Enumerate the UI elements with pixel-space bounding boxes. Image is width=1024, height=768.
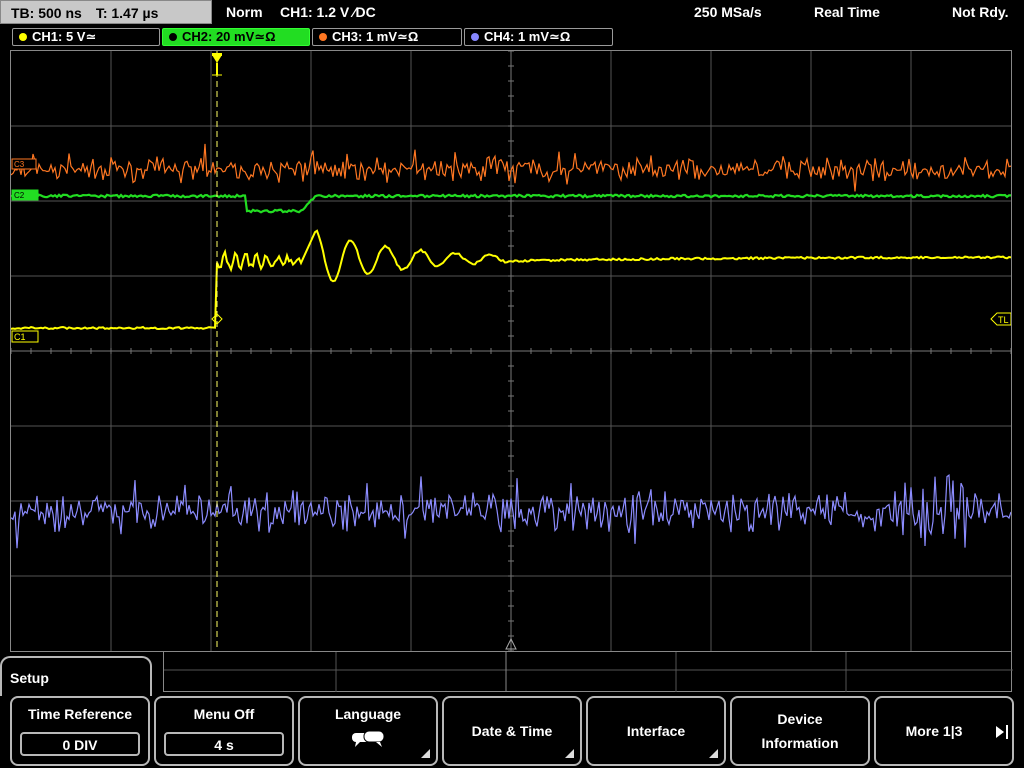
menu-title: Setup [10, 670, 49, 686]
submenu-corner-icon [565, 749, 574, 758]
ch3-tab-label: CH3: 1 mV≃Ω [332, 29, 419, 44]
ch1-offset-marker[interactable]: C1 [11, 330, 39, 343]
ch2-color-dot-icon [169, 32, 177, 41]
channel-tab-ch4[interactable]: CH4: 1 mV≃Ω [464, 28, 613, 46]
date-time-label: Date & Time [471, 723, 553, 739]
graticule-grid [11, 51, 1011, 651]
next-page-arrow-icon [996, 726, 1004, 738]
ch4-color-dot-icon [471, 32, 479, 41]
ch1-color-dot-icon [19, 32, 27, 41]
menu-off-softkey[interactable]: Menu Off 4 s [154, 696, 294, 766]
waveform-display[interactable]: TL C1 C2 C3 [10, 50, 1012, 652]
language-softkey[interactable]: Language [298, 696, 438, 766]
time-reference-label: Time Reference [27, 706, 132, 722]
device-information-line1: Device [777, 711, 823, 727]
channel-tab-ch1[interactable]: CH1: 5 V≃ [12, 28, 160, 46]
auxiliary-grid-strip [163, 652, 1013, 692]
language-label: Language [334, 706, 402, 722]
time-reference-softkey[interactable]: Time Reference 0 DIV [10, 696, 150, 766]
acquisition-mode: Real Time [814, 4, 880, 20]
channel-tab-ch3[interactable]: CH3: 1 mV≃Ω [312, 28, 462, 46]
timebase-value: TB: 500 ns [11, 5, 82, 21]
sample-rate: 250 MSa/s [694, 4, 762, 20]
interface-label: Interface [626, 723, 686, 739]
ch3-marker-label: C3 [14, 160, 25, 169]
timebase-box[interactable]: TB: 500 ns T: 1.47 µs [0, 0, 212, 24]
time-reference-value: 0 DIV [20, 732, 140, 756]
trigger-status: Not Rdy. [952, 4, 1009, 20]
trigger-time-value: T: 1.47 µs [95, 5, 159, 21]
next-page-bar-icon [1006, 725, 1008, 739]
trigger-level-marker[interactable]: TL [990, 312, 1011, 326]
date-time-softkey[interactable]: Date & Time [442, 696, 582, 766]
interface-softkey[interactable]: Interface [586, 696, 726, 766]
menu-off-label: Menu Off [193, 706, 255, 722]
ch3-offset-marker[interactable]: C3 [11, 158, 37, 170]
more-label: More 1|3 [905, 723, 963, 739]
ch4-tab-label: CH4: 1 mV≃Ω [484, 29, 571, 44]
ch1-marker-label: C1 [14, 332, 26, 342]
ch2-offset-marker[interactable]: C2 [11, 189, 39, 201]
channel-tab-ch2[interactable]: CH2: 20 mV≃Ω [162, 28, 310, 46]
speech-bubbles-icon [352, 730, 385, 747]
trigger-level-label: TL [998, 315, 1009, 325]
trigger-mode[interactable]: Norm [226, 0, 263, 24]
ch1-tab-label: CH1: 5 V≃ [32, 29, 97, 44]
submenu-corner-icon [709, 749, 718, 758]
menu-title-tab: Setup [0, 656, 152, 696]
status-bar: TB: 500 ns T: 1.47 µs Norm CH1: 1.2 V ∕DC… [0, 0, 1024, 26]
more-softkey[interactable]: More 1|3 [874, 696, 1014, 766]
device-information-line2: Information [761, 735, 839, 751]
ch2-marker-label: C2 [14, 191, 25, 200]
menu-off-value: 4 s [164, 732, 284, 756]
device-information-softkey[interactable]: Device Information [730, 696, 870, 766]
ch2-tab-label: CH2: 20 mV≃Ω [182, 29, 276, 44]
submenu-corner-icon [421, 749, 430, 758]
ch3-color-dot-icon [319, 32, 327, 41]
trigger-setting[interactable]: CH1: 1.2 V ∕DC [280, 0, 376, 24]
